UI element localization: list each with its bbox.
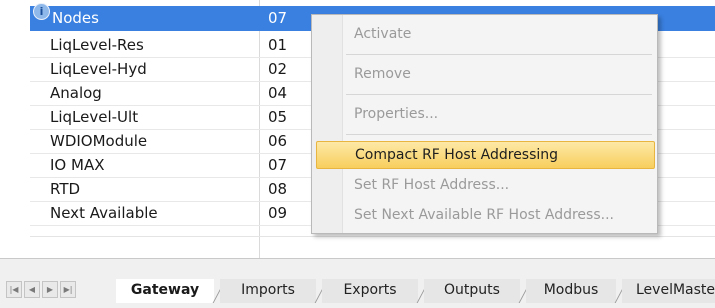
prev-page-icon[interactable]: ◀ — [24, 281, 40, 298]
first-page-icon[interactable]: |◀ — [6, 281, 22, 298]
tab-levelmaster[interactable]: LevelMaste — [622, 279, 715, 303]
row-value: 06 — [268, 132, 288, 150]
row-name: Nodes — [52, 9, 99, 27]
next-page-icon[interactable]: ▶ — [42, 281, 58, 298]
row-value: 01 — [268, 36, 288, 54]
tab-label: Gateway — [130, 282, 200, 298]
menu-separator — [346, 54, 652, 55]
row-value: 08 — [268, 180, 288, 198]
menu-item-label: Activate — [354, 26, 412, 42]
tab-label: LevelMaste — [636, 282, 715, 298]
tab-label: Exports — [343, 282, 397, 298]
row-name: WDIOModule — [50, 132, 148, 150]
menu-item-label: Properties... — [354, 106, 439, 122]
info-icon: i — [33, 3, 50, 20]
tab-modbus[interactable]: Modbus — [526, 279, 629, 303]
menu-item-set-next-available-rf-host-address[interactable]: Set Next Available RF Host Address... — [343, 202, 655, 228]
menu-item-properties[interactable]: Properties... — [343, 101, 655, 127]
tab-exports[interactable]: Exports — [322, 279, 431, 303]
last-page-icon[interactable]: ▶| — [60, 281, 76, 298]
context-menu: Activate Remove Properties... Compact RF… — [311, 14, 658, 234]
row-value: 07 — [268, 9, 288, 27]
row-value: 04 — [268, 84, 288, 102]
row-value: 09 — [268, 204, 288, 222]
menu-item-activate[interactable]: Activate — [343, 21, 655, 47]
sheet-tab-bar: |◀ ◀ ▶ ▶| Gateway Imports Exports Output… — [0, 258, 715, 308]
tab-label: Outputs — [444, 282, 500, 298]
menu-separator — [346, 134, 652, 135]
tab-label: Modbus — [543, 282, 599, 298]
row-name: IO MAX — [50, 156, 105, 174]
menu-item-label: Set RF Host Address... — [354, 177, 510, 193]
tab-gateway[interactable]: Gateway — [116, 279, 227, 303]
menu-item-label: Remove — [354, 66, 411, 82]
tab-imports[interactable]: Imports — [220, 279, 329, 303]
row-name: LiqLevel-Ult — [50, 108, 139, 126]
menu-item-set-rf-host-address[interactable]: Set RF Host Address... — [343, 172, 655, 198]
empty-row-line — [30, 236, 715, 237]
menu-icon-gutter — [312, 15, 343, 233]
menu-item-remove[interactable]: Remove — [343, 61, 655, 87]
tab-label: Imports — [241, 282, 295, 298]
menu-item-label: Compact RF Host Addressing — [355, 147, 559, 163]
menu-item-label: Set Next Available RF Host Address... — [354, 207, 614, 223]
tab-outputs[interactable]: Outputs — [424, 279, 533, 303]
row-name: LiqLevel-Res — [50, 36, 144, 54]
row-name: Analog — [50, 84, 102, 102]
menu-separator — [346, 94, 652, 95]
row-value: 05 — [268, 108, 288, 126]
row-name: Next Available — [50, 204, 158, 222]
row-value: 02 — [268, 60, 288, 78]
menu-item-compact-rf-host-addressing[interactable]: Compact RF Host Addressing — [316, 141, 655, 169]
row-name: LiqLevel-Hyd — [50, 60, 147, 78]
row-name: RTD — [50, 180, 81, 198]
row-value: 07 — [268, 156, 288, 174]
